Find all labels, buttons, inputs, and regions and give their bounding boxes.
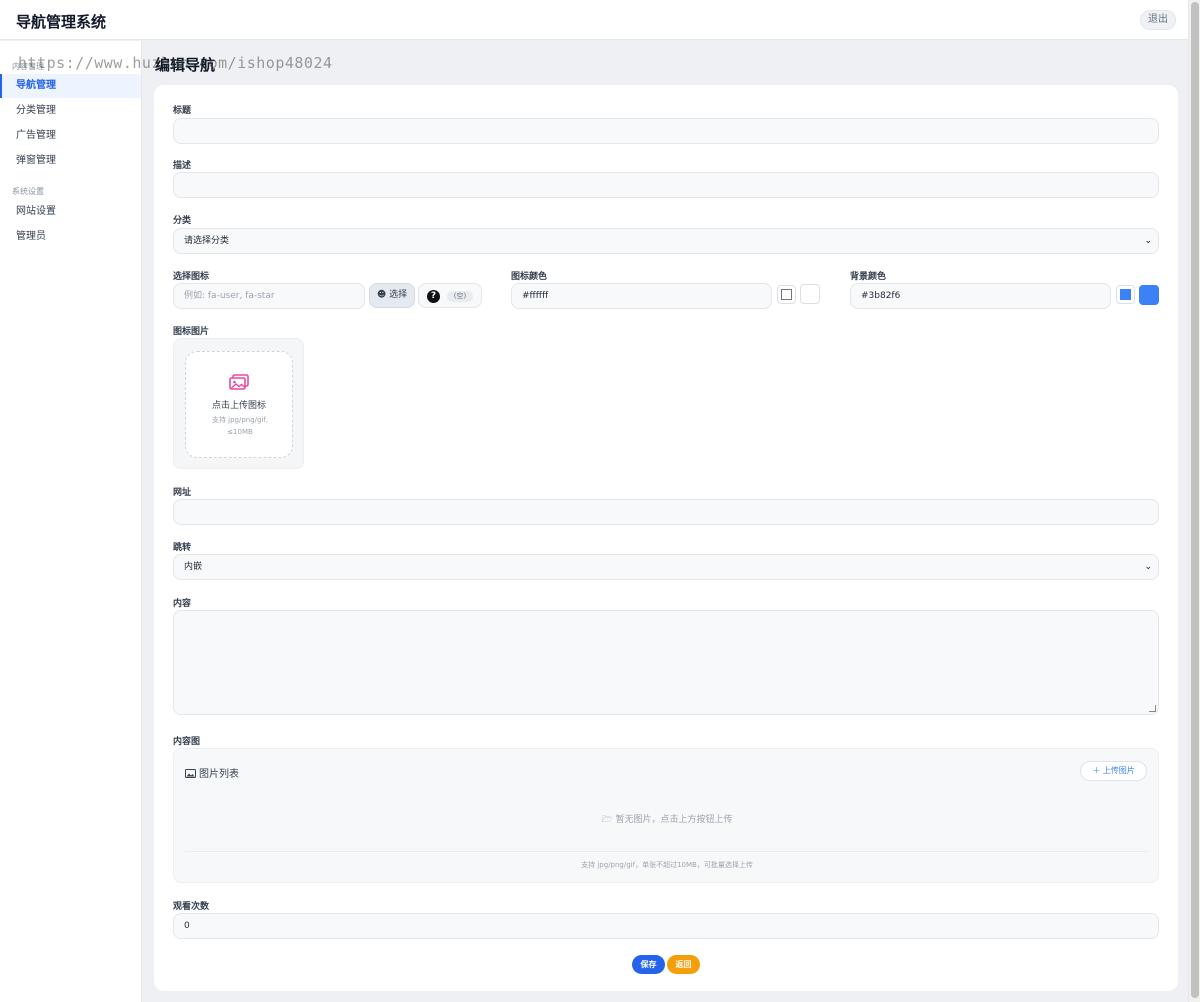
category-select[interactable]: 请选择分类 ⌄ [173, 228, 1159, 254]
icon-color-swatch [781, 289, 792, 300]
gallery-title: 图片列表 [185, 765, 239, 780]
icon-class-input[interactable]: 例如: fa-user, fa-star [173, 283, 365, 309]
plus-icon: ＋ [1092, 766, 1101, 775]
icon-image-upload-button[interactable]: 点击上传图标 支持 jpg/png/gif, ≤10MB [185, 351, 293, 458]
sidebar: 内容管理 导航管理 分类管理 广告管理 弹窗管理 系统设置 网站设置 管理员 [0, 41, 142, 1002]
watermark: https://www.huzhan.com/ishop48024 [18, 54, 333, 72]
smile-icon: ☻ [376, 290, 387, 300]
bg-color-swatch-box[interactable] [1116, 285, 1135, 304]
icon-preview-empty: (空) [447, 291, 473, 302]
sidebar-item-popup[interactable]: 弹窗管理 [0, 149, 141, 173]
description-label: 描述 [173, 161, 192, 171]
sidebar-item-navigation[interactable]: 导航管理 [0, 74, 141, 98]
bg-color-label: 背景颜色 [850, 272, 887, 282]
gallery-divider [185, 851, 1147, 852]
bg-color-picker[interactable] [1139, 285, 1159, 305]
sidebar-item-site-settings[interactable]: 网站设置 [0, 200, 141, 224]
icon-color-swatch-box[interactable] [777, 285, 796, 304]
icon-upload-hint: 支持 jpg/png/gif, ≤10MB [211, 416, 269, 436]
chevron-down-icon: ⌄ [1144, 562, 1152, 572]
image-upload-icon [229, 374, 249, 390]
app-title: 导航管理系统 [16, 13, 107, 31]
content-image-gallery: 图片列表 ＋ 上传图片 🗁 暂无图片，点击上方按钮上传 支持 jpg/png/g… [173, 748, 1159, 883]
page-scrollbar[interactable] [1188, 0, 1200, 1002]
content-label: 内容 [173, 599, 192, 609]
views-input[interactable]: 0 [173, 913, 1159, 939]
url-input[interactable] [173, 499, 1159, 525]
content-textarea[interactable] [173, 610, 1159, 715]
icon-select-label: 选择图标 [173, 272, 210, 282]
description-input[interactable] [173, 172, 1159, 198]
gallery-empty-text: 暂无图片，点击上方按钮上传 [615, 815, 733, 825]
icon-color-picker[interactable] [800, 284, 820, 304]
icon-preview: ? (空) [418, 283, 482, 308]
gallery-note: 支持 jpg/png/gif，单张不超过10MB，可批量选择上传 [581, 861, 753, 869]
jump-select-value: 内嵌 [184, 562, 203, 572]
chevron-down-icon: ⌄ [1144, 236, 1152, 246]
resize-grip-icon[interactable] [1149, 705, 1156, 712]
gallery-upload-label: 上传图片 [1102, 766, 1135, 775]
gallery-title-text: 图片列表 [199, 769, 239, 780]
top-bar: 导航管理系统 退出 [0, 0, 1188, 40]
title-label: 标题 [173, 106, 192, 116]
category-select-value: 请选择分类 [184, 236, 230, 246]
jump-select[interactable]: 内嵌 ⌄ [173, 554, 1159, 580]
icon-pick-button[interactable]: ☻ 选择 [369, 283, 415, 308]
icon-upload-text: 点击上传图标 [211, 401, 266, 411]
gallery-upload-button[interactable]: ＋ 上传图片 [1080, 761, 1147, 781]
icon-image-upload-area: 点击上传图标 支持 jpg/png/gif, ≤10MB [173, 338, 304, 469]
jump-label: 跳转 [173, 543, 192, 553]
bg-color-swatch [1120, 289, 1131, 300]
views-label: 观看次数 [173, 902, 210, 912]
sidebar-item-ads[interactable]: 广告管理 [0, 124, 141, 148]
image-list-icon [185, 769, 196, 778]
icon-image-label: 图标图片 [173, 327, 210, 337]
logout-button[interactable]: 退出 [1140, 10, 1176, 30]
save-button[interactable]: 保存 [632, 955, 665, 974]
gallery-empty-state: 🗁 暂无图片，点击上方按钮上传 [174, 812, 1160, 828]
sidebar-item-admins[interactable]: 管理员 [0, 225, 141, 249]
category-label: 分类 [173, 216, 192, 226]
icon-color-input[interactable]: #ffffff [511, 283, 772, 309]
sidebar-group-system: 系统设置 [12, 187, 44, 196]
url-label: 网址 [173, 488, 192, 498]
icon-color-label: 图标颜色 [511, 272, 548, 282]
bg-color-input[interactable]: #3b82f6 [850, 283, 1111, 309]
scrollbar-thumb[interactable] [1191, 2, 1199, 998]
question-icon: ? [427, 290, 440, 303]
title-input[interactable] [173, 118, 1159, 144]
content-image-label: 内容图 [173, 737, 201, 747]
folder-open-icon: 🗁 [601, 815, 613, 825]
sidebar-item-category[interactable]: 分类管理 [0, 99, 141, 123]
icon-pick-button-label: 选择 [389, 290, 408, 300]
back-button[interactable]: 返回 [667, 955, 700, 974]
